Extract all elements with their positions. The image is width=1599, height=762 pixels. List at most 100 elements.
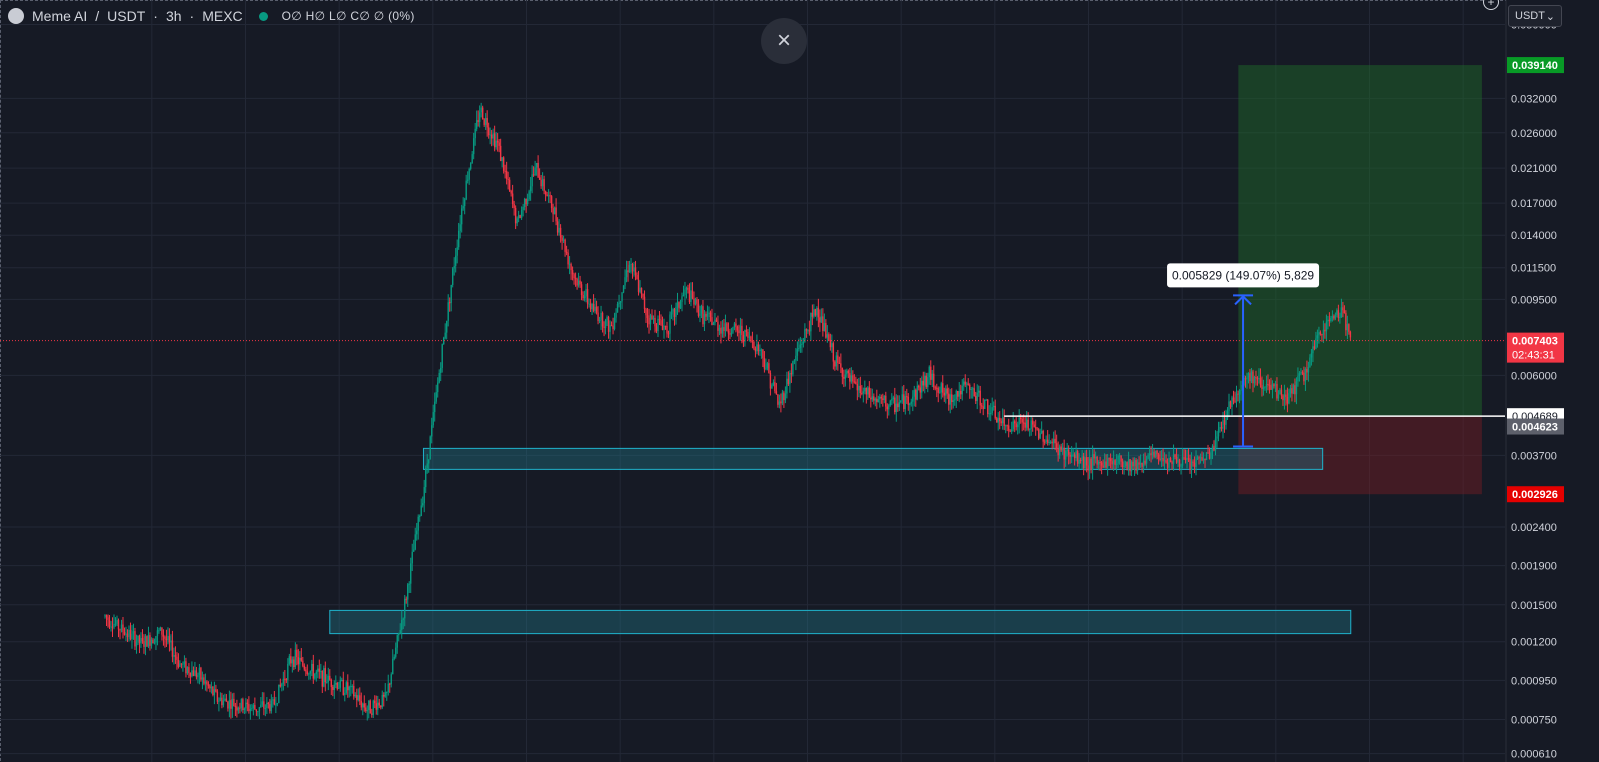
candle-body bbox=[732, 327, 734, 333]
candle-body bbox=[141, 638, 144, 642]
candle-body bbox=[568, 264, 571, 266]
candle-body bbox=[441, 344, 443, 368]
candle-body bbox=[906, 396, 908, 398]
candle-body bbox=[558, 227, 560, 233]
currency-select[interactable]: USDT ⌄ bbox=[1508, 5, 1562, 27]
candle-body bbox=[288, 656, 291, 664]
candle-body bbox=[1157, 454, 1160, 459]
legend-pair[interactable]: USDT bbox=[107, 8, 145, 24]
crosshair-label: 0.004623 bbox=[1512, 422, 1558, 434]
candle-body bbox=[876, 398, 878, 403]
candle-body bbox=[574, 278, 577, 280]
candle-body bbox=[260, 704, 262, 708]
candle-body bbox=[1345, 313, 1347, 331]
candle-body bbox=[772, 382, 775, 385]
candle-body bbox=[1087, 465, 1089, 471]
candle-body bbox=[1075, 451, 1077, 459]
candle-body bbox=[726, 323, 728, 331]
candle-body bbox=[1190, 461, 1193, 471]
candle-body bbox=[579, 280, 581, 285]
candle-body bbox=[207, 684, 210, 686]
candle-body bbox=[111, 626, 114, 628]
candle-body bbox=[1156, 450, 1158, 455]
legend-symbol[interactable]: Meme AI bbox=[32, 8, 87, 24]
candle-body bbox=[520, 210, 523, 218]
candle-body bbox=[682, 294, 685, 297]
candle-body bbox=[1265, 383, 1268, 387]
candle-body bbox=[634, 267, 637, 276]
candle-body bbox=[697, 303, 700, 316]
candle-body bbox=[736, 326, 739, 331]
candle-body bbox=[186, 667, 189, 674]
candle-body bbox=[943, 392, 945, 396]
axis-tick-label: 0.014000 bbox=[1511, 230, 1557, 242]
candle-body bbox=[451, 268, 454, 285]
candle-body bbox=[1207, 452, 1209, 454]
candle-body bbox=[201, 677, 204, 680]
candle-body bbox=[853, 381, 856, 383]
candle-body bbox=[1103, 461, 1106, 468]
candle-body bbox=[534, 167, 536, 175]
candle-body bbox=[1316, 335, 1319, 339]
candle-body bbox=[1096, 456, 1098, 465]
candle-body bbox=[1049, 441, 1052, 443]
candle-body bbox=[1231, 397, 1233, 407]
candle-body bbox=[619, 301, 622, 303]
candle-body bbox=[639, 287, 641, 292]
candle-body bbox=[1028, 428, 1031, 430]
candle-body bbox=[793, 360, 796, 362]
candle-body bbox=[903, 394, 905, 410]
candle-body bbox=[272, 699, 274, 701]
candle-body bbox=[981, 405, 983, 407]
candle-body bbox=[493, 133, 496, 148]
candle-body bbox=[733, 323, 736, 328]
candle-body bbox=[633, 267, 635, 272]
candle-body bbox=[553, 207, 556, 215]
symbol-logo-icon bbox=[8, 8, 24, 24]
candle-body bbox=[393, 656, 395, 659]
candle-body bbox=[1150, 453, 1152, 455]
candle-body bbox=[339, 679, 341, 688]
legend-exchange[interactable]: MEXC bbox=[202, 8, 242, 24]
candle-body bbox=[508, 179, 511, 191]
candle-body bbox=[778, 401, 781, 405]
candle-body bbox=[1225, 418, 1227, 425]
candle-body bbox=[1312, 346, 1314, 354]
candle-body bbox=[880, 396, 883, 399]
candle-body bbox=[126, 633, 129, 638]
candle-body bbox=[1124, 462, 1127, 467]
candle-body bbox=[1118, 455, 1121, 457]
legend-timeframe[interactable]: 3h bbox=[166, 8, 182, 24]
candle-body bbox=[1145, 458, 1148, 464]
candle-body bbox=[413, 549, 415, 552]
candle-body bbox=[771, 384, 773, 389]
candle-body bbox=[604, 319, 607, 329]
candle-body bbox=[729, 333, 731, 335]
candle-body bbox=[486, 118, 488, 128]
candle-body bbox=[237, 707, 240, 711]
candle-body bbox=[897, 403, 899, 408]
candle-body bbox=[402, 618, 404, 620]
candle-body bbox=[1303, 372, 1305, 382]
candle-body bbox=[693, 298, 695, 305]
candle-body bbox=[1204, 458, 1206, 460]
candle-body bbox=[1234, 401, 1236, 403]
candle-body bbox=[338, 687, 340, 689]
candle-body bbox=[816, 307, 818, 316]
candle-body bbox=[678, 302, 680, 309]
candle-body bbox=[1189, 458, 1191, 471]
candle-body bbox=[727, 330, 730, 334]
candle-body bbox=[1235, 393, 1238, 403]
candle-body bbox=[1073, 454, 1076, 459]
candle-body bbox=[606, 317, 608, 320]
candle-body bbox=[375, 703, 377, 710]
close-icon[interactable]: × bbox=[761, 18, 807, 64]
candle-body bbox=[1193, 462, 1196, 467]
candle-body bbox=[336, 682, 338, 689]
candle-body bbox=[675, 306, 677, 317]
candle-body bbox=[275, 704, 277, 706]
candle-body bbox=[537, 162, 539, 178]
candle-body bbox=[1153, 451, 1155, 457]
candle-body bbox=[1309, 357, 1311, 368]
price-chart[interactable]: 0.005829 (149.07%) 5,829 0.0500000.03200… bbox=[0, 0, 1599, 762]
